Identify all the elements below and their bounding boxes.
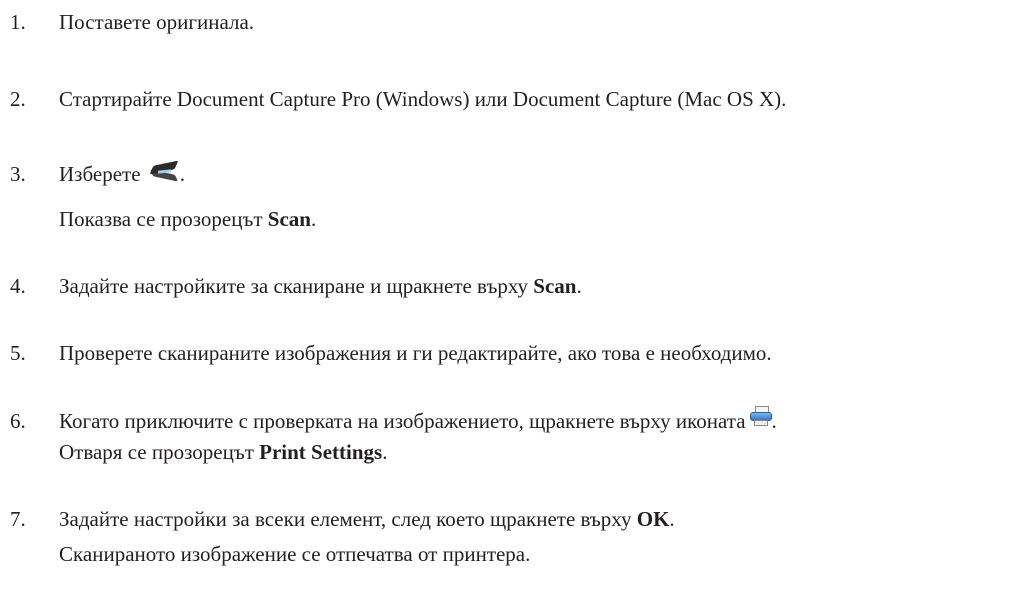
step-text: Стартирайте Document Capture Pro (Window… — [59, 87, 787, 111]
step-text: Когато приключите с проверката на изобра… — [59, 409, 746, 433]
button-name: OK — [636, 507, 670, 531]
result-text: Сканираното изображение се отпечатва от … — [59, 542, 531, 566]
step-text-end: . — [669, 507, 675, 531]
step-text-end: . — [771, 409, 777, 433]
step-number: 1. — [10, 10, 26, 34]
step-3: 3. Изберете . — [10, 160, 186, 187]
scan-icon — [149, 160, 180, 183]
step-4: 4. Задайте настройките за сканиране и щра… — [10, 273, 582, 299]
result-text-end: . — [310, 207, 317, 231]
step-text: Задайте настройки за всеки елемент, след… — [59, 507, 637, 531]
window-name: Print Settings — [259, 440, 383, 464]
step-number: 6. — [10, 409, 26, 433]
printer-icon — [749, 406, 772, 426]
result-text-end: . — [382, 440, 388, 464]
step-text: Проверете сканираните изображения и ги р… — [59, 341, 772, 365]
step-text: Задайте настройките за сканиране и щракн… — [59, 274, 534, 298]
step-text-end: . — [179, 162, 186, 186]
result-text: Показва се прозорецът — [59, 207, 268, 231]
result-text: Отваря се прозорецът — [59, 440, 260, 464]
step-2: 2. Стартирайте Document Capture Pro (Wind… — [10, 86, 786, 112]
step-number: 2. — [10, 87, 26, 111]
step-number: 7. — [10, 507, 26, 531]
step-7-result: Сканираното изображение се отпечатва от … — [59, 541, 530, 567]
step-1: 1. Поставете оригинала. — [10, 9, 254, 35]
button-name: Scan — [533, 274, 577, 298]
step-7: 7. Задайте настройки за всеки елемент, сл… — [10, 506, 675, 532]
step-number: 3. — [10, 162, 26, 186]
step-number: 5. — [10, 341, 26, 365]
step-6-result: Отваря се прозорецът Print Settings. — [59, 439, 387, 465]
step-6: 6. Когато приключите с проверката на изоб… — [10, 406, 777, 434]
step-5: 5. Проверете сканираните изображения и ги… — [10, 340, 772, 366]
step-text: Изберете — [59, 162, 141, 186]
window-name: Scan — [267, 207, 311, 231]
step-text: Поставете оригинала. — [59, 10, 255, 34]
step-number: 4. — [10, 274, 26, 298]
step-text-end: . — [576, 274, 582, 298]
step-3-result: Показва се прозорецът Scan. — [59, 206, 316, 232]
